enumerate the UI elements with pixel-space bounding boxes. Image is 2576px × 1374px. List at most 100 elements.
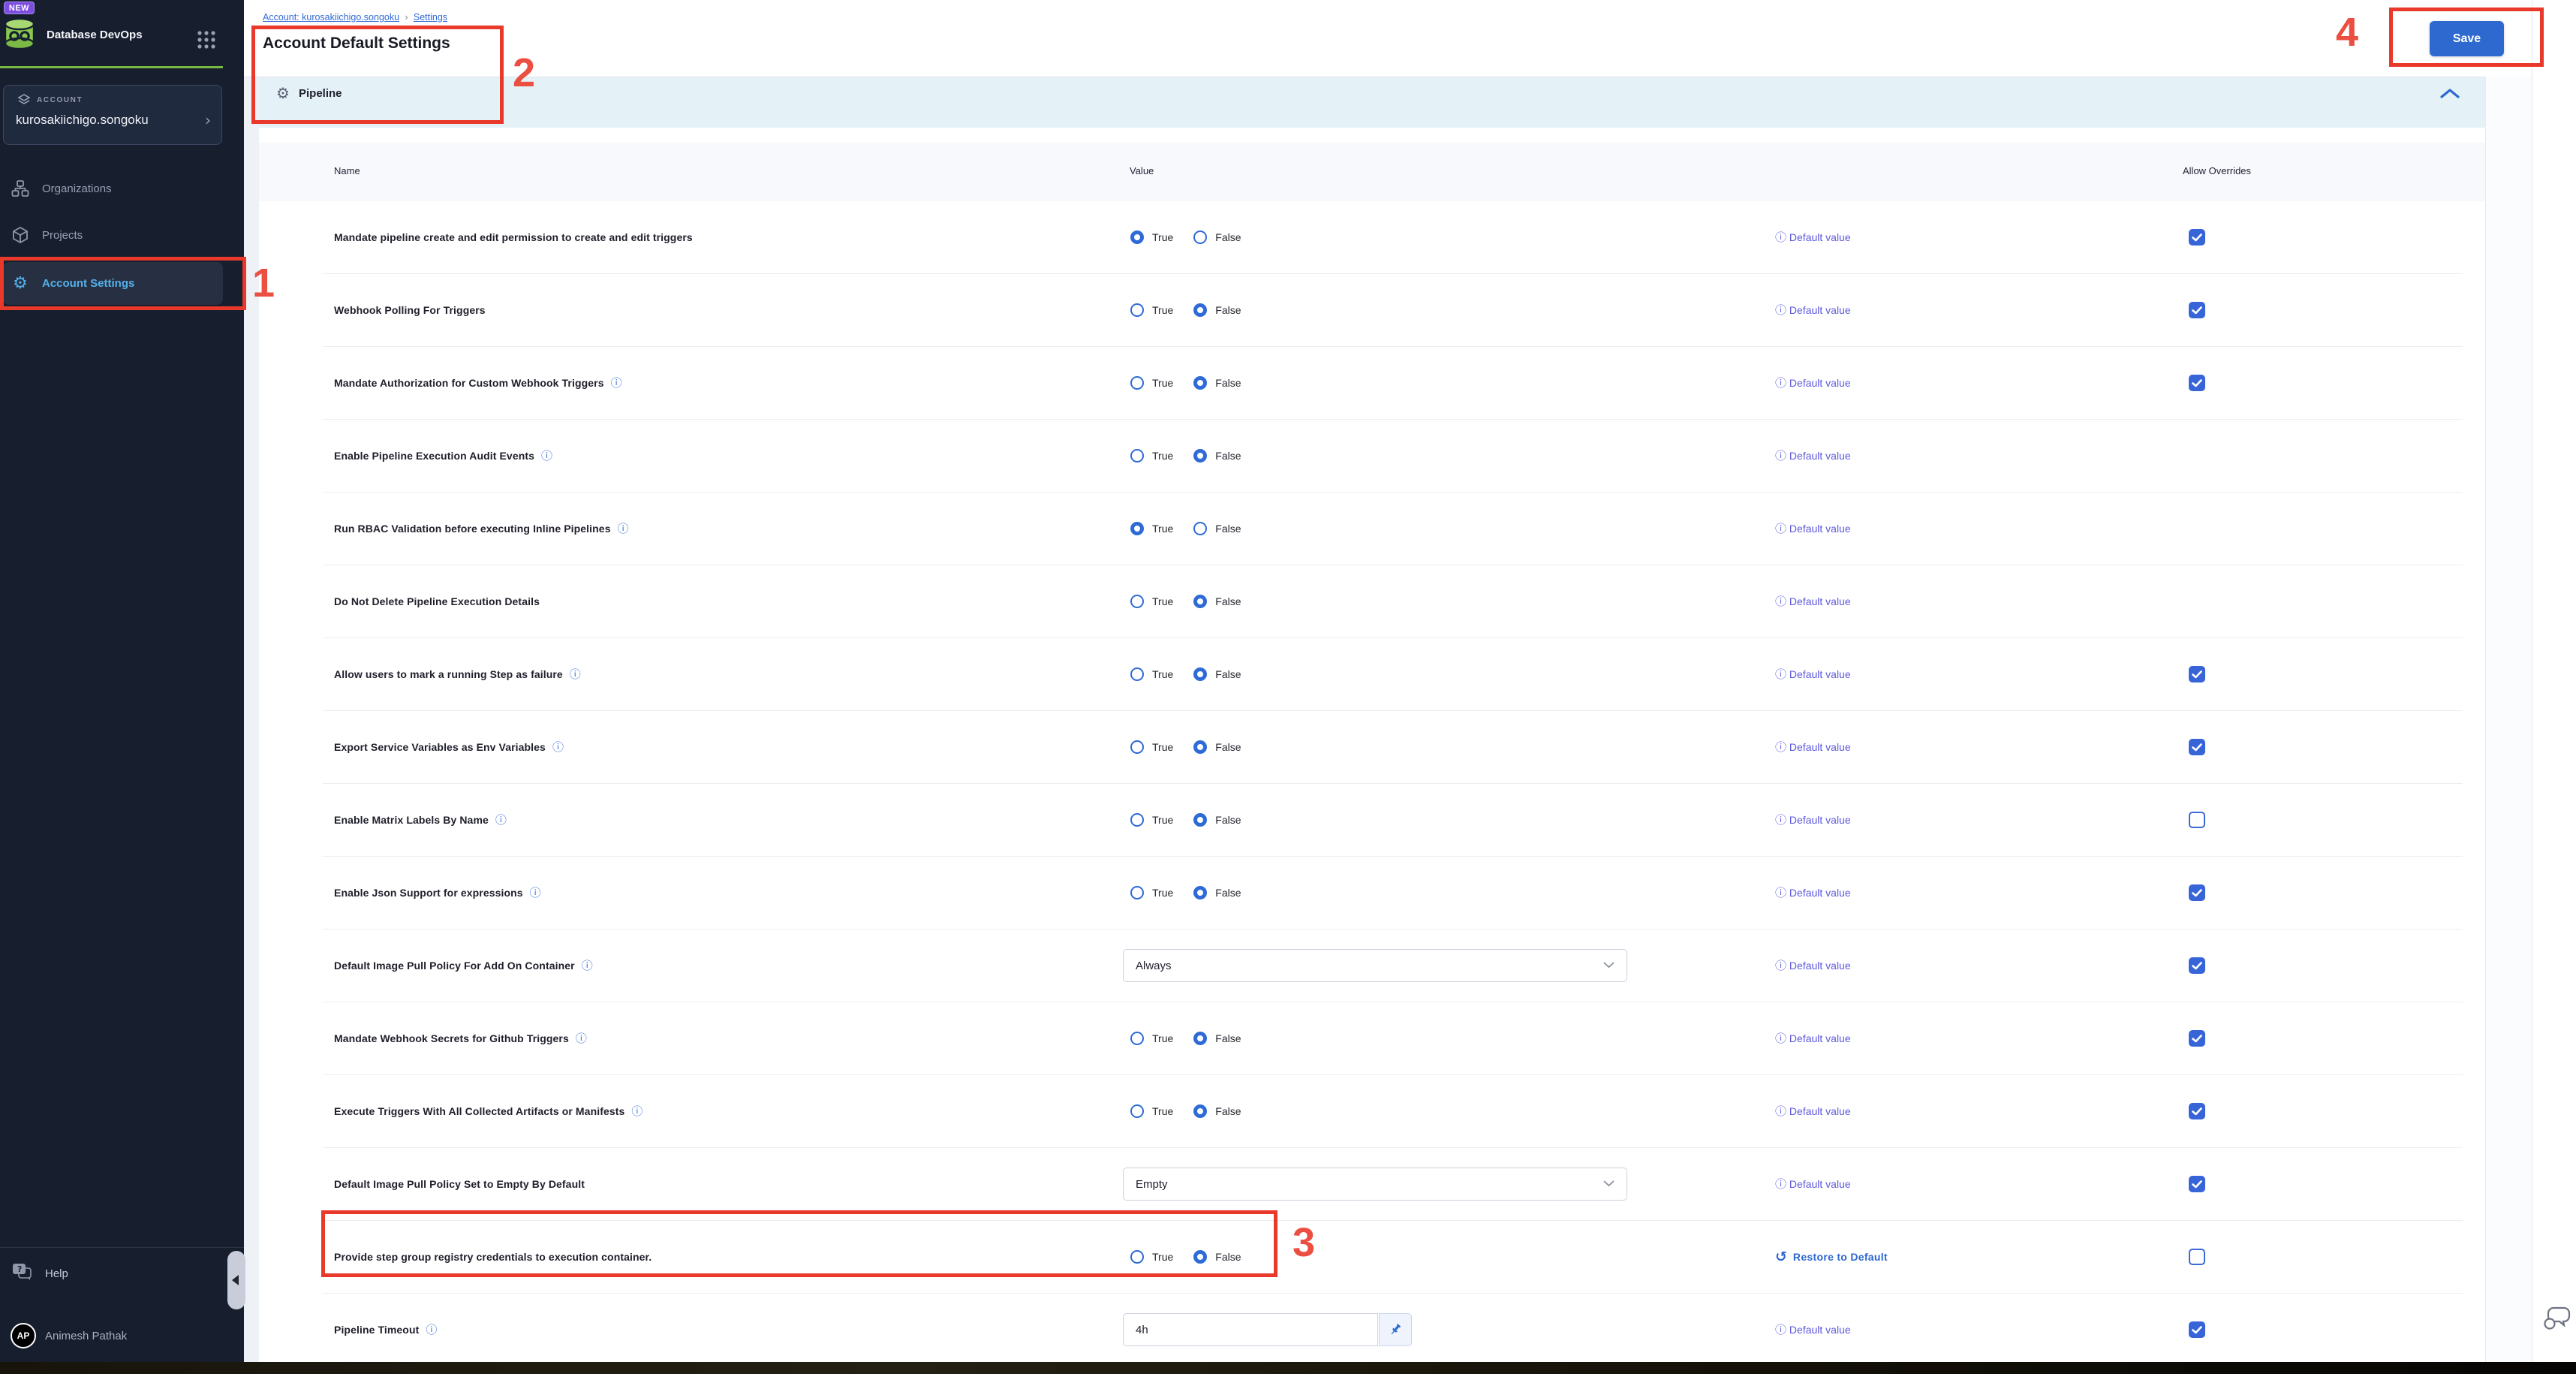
default-value-link[interactable]: ⓘ Default value — [1775, 1148, 1851, 1220]
radio-label-true[interactable]: True — [1152, 377, 1173, 389]
radio-label-false[interactable]: False — [1215, 450, 1241, 462]
override-checkbox-unchecked[interactable] — [2189, 812, 2205, 828]
radio-label-false[interactable]: False — [1215, 304, 1241, 316]
info-icon[interactable]: ⓘ — [541, 450, 552, 462]
default-value-link[interactable]: ⓘ Default value — [1775, 857, 1851, 929]
radio-label-true[interactable]: True — [1152, 523, 1173, 535]
radio-true[interactable] — [1130, 595, 1144, 608]
save-button[interactable]: Save — [2430, 21, 2504, 56]
radio-label-false[interactable]: False — [1215, 887, 1241, 899]
override-checkbox-checked[interactable] — [2189, 1321, 2205, 1338]
chat-bubbles-icon[interactable] — [2543, 1305, 2571, 1336]
radio-label-true[interactable]: True — [1152, 1032, 1173, 1044]
radio-false[interactable] — [1193, 522, 1207, 535]
info-icon[interactable]: ⓘ — [631, 1106, 642, 1117]
radio-true[interactable] — [1130, 886, 1144, 899]
default-value-link[interactable]: ⓘ Default value — [1775, 1294, 1851, 1366]
radio-label-false[interactable]: False — [1215, 377, 1241, 389]
override-checkbox-checked[interactable] — [2189, 1176, 2205, 1192]
radio-label-true[interactable]: True — [1152, 231, 1173, 243]
override-checkbox-checked[interactable] — [2189, 302, 2205, 318]
radio-false[interactable] — [1193, 449, 1207, 463]
radio-false[interactable] — [1193, 595, 1207, 608]
default-value-link[interactable]: ⓘ Default value — [1775, 274, 1851, 346]
account-selector[interactable]: ACCOUNT kurosakiichigo.songoku › — [3, 85, 222, 145]
radio-true[interactable] — [1130, 1104, 1144, 1118]
default-value-link[interactable]: ⓘ Default value — [1775, 493, 1851, 565]
radio-label-true[interactable]: True — [1152, 1251, 1173, 1263]
help-button[interactable]: ? Help — [0, 1256, 225, 1291]
radio-false[interactable] — [1193, 740, 1207, 754]
override-checkbox-checked[interactable] — [2189, 957, 2205, 974]
radio-true[interactable] — [1130, 449, 1144, 463]
default-value-link[interactable]: ⓘ Default value — [1775, 930, 1851, 1002]
user-menu[interactable]: AP Animesh Pathak — [0, 1318, 233, 1353]
override-checkbox-checked[interactable] — [2189, 1103, 2205, 1119]
default-value-link[interactable]: ⓘ Default value — [1775, 1075, 1851, 1147]
radio-label-true[interactable]: True — [1152, 450, 1173, 462]
info-icon[interactable]: ⓘ — [576, 1033, 587, 1044]
info-icon[interactable]: ⓘ — [426, 1324, 437, 1336]
radio-label-false[interactable]: False — [1215, 1251, 1241, 1263]
override-checkbox-checked[interactable] — [2189, 884, 2205, 901]
radio-label-false[interactable]: False — [1215, 1032, 1241, 1044]
override-checkbox-checked[interactable] — [2189, 739, 2205, 755]
radio-label-false[interactable]: False — [1215, 814, 1241, 826]
radio-label-true[interactable]: True — [1152, 668, 1173, 680]
radio-label-false[interactable]: False — [1215, 231, 1241, 243]
collapse-section-icon[interactable] — [2440, 88, 2460, 103]
info-icon[interactable]: ⓘ — [495, 815, 507, 826]
radio-label-true[interactable]: True — [1152, 887, 1173, 899]
override-checkbox-unchecked[interactable] — [2189, 1249, 2205, 1265]
override-checkbox-checked[interactable] — [2189, 666, 2205, 682]
override-checkbox-checked[interactable] — [2189, 1030, 2205, 1047]
radio-true[interactable] — [1130, 813, 1144, 827]
radio-true[interactable] — [1130, 231, 1144, 244]
sidebar-item-organizations[interactable]: Organizations — [0, 171, 225, 206]
radio-false[interactable] — [1193, 231, 1207, 244]
default-value-link[interactable]: ⓘ Default value — [1775, 784, 1851, 856]
sidebar-collapse-handle[interactable] — [227, 1251, 245, 1309]
radio-label-true[interactable]: True — [1152, 741, 1173, 753]
value-dropdown[interactable]: Always — [1123, 949, 1627, 982]
radio-label-true[interactable]: True — [1152, 595, 1173, 607]
radio-label-false[interactable]: False — [1215, 668, 1241, 680]
radio-true[interactable] — [1130, 303, 1144, 317]
default-value-link[interactable]: ⓘ Default value — [1775, 347, 1851, 419]
override-checkbox-checked[interactable] — [2189, 375, 2205, 391]
radio-false[interactable] — [1193, 303, 1207, 317]
default-value-link[interactable]: ⓘ Default value — [1775, 711, 1851, 783]
default-value-link[interactable]: ⓘ Default value — [1775, 638, 1851, 710]
radio-label-true[interactable]: True — [1152, 304, 1173, 316]
info-icon[interactable]: ⓘ — [618, 523, 629, 535]
radio-label-false[interactable]: False — [1215, 595, 1241, 607]
timeout-input[interactable] — [1123, 1313, 1378, 1346]
radio-false[interactable] — [1193, 1104, 1207, 1118]
override-checkbox-checked[interactable] — [2189, 229, 2205, 246]
radio-label-true[interactable]: True — [1152, 1105, 1173, 1117]
app-grid-icon[interactable] — [197, 30, 216, 53]
radio-label-true[interactable]: True — [1152, 814, 1173, 826]
breadcrumb-account-link[interactable]: Account: kurosakiichigo.songoku — [263, 12, 399, 23]
radio-false[interactable] — [1193, 813, 1207, 827]
info-icon[interactable]: ⓘ — [570, 669, 581, 680]
radio-false[interactable] — [1193, 886, 1207, 899]
radio-true[interactable] — [1130, 740, 1144, 754]
radio-false[interactable] — [1193, 1250, 1207, 1264]
default-value-link[interactable]: ⓘ Default value — [1775, 1002, 1851, 1074]
default-value-link[interactable]: ⓘ Default value — [1775, 201, 1851, 273]
radio-true[interactable] — [1130, 667, 1144, 681]
radio-label-false[interactable]: False — [1215, 1105, 1241, 1117]
scrollbar-gutter[interactable] — [2485, 77, 2532, 1362]
radio-label-false[interactable]: False — [1215, 741, 1241, 753]
radio-true[interactable] — [1130, 376, 1144, 390]
radio-false[interactable] — [1193, 376, 1207, 390]
pin-button[interactable] — [1379, 1313, 1412, 1346]
radio-true[interactable] — [1130, 1250, 1144, 1264]
radio-false[interactable] — [1193, 1032, 1207, 1045]
radio-true[interactable] — [1130, 1032, 1144, 1045]
default-value-link[interactable]: ⓘ Default value — [1775, 420, 1851, 492]
info-icon[interactable]: ⓘ — [611, 378, 622, 389]
sidebar-item-account-settings[interactable]: ⚙ Account Settings — [3, 262, 223, 305]
default-value-link[interactable]: ⓘ Default value — [1775, 565, 1851, 637]
